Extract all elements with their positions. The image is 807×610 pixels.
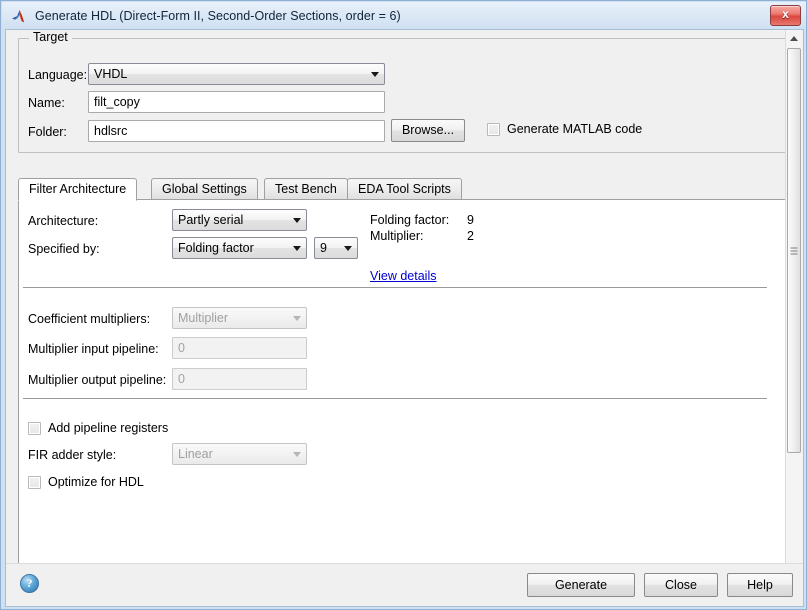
- optimize-for-hdl-checkbox[interactable]: Optimize for HDL: [28, 475, 144, 489]
- specified-by-label: Specified by:: [28, 242, 100, 256]
- chevron-down-icon: [288, 245, 306, 251]
- tab-eda-tool-scripts[interactable]: EDA Tool Scripts: [347, 178, 462, 200]
- folder-input[interactable]: hdlsrc: [88, 120, 385, 142]
- close-window-button[interactable]: x: [770, 5, 801, 26]
- help-question-glyph: ?: [26, 576, 33, 590]
- multiplier-input-pipeline-label: Multiplier input pipeline:: [28, 342, 159, 356]
- filter-architecture-panel: Architecture: Partly serial Specified by…: [18, 199, 788, 576]
- generate-button[interactable]: Generate: [527, 573, 635, 597]
- help-button[interactable]: Help: [727, 573, 793, 597]
- info-folding-factor-label: Folding factor:: [370, 213, 450, 227]
- folder-label: Folder:: [28, 125, 67, 139]
- target-group-label: Target: [29, 30, 72, 44]
- chevron-down-icon: [288, 451, 306, 457]
- coefficient-multipliers-value: Multiplier: [178, 311, 229, 325]
- coefficient-multipliers-label: Coefficient multipliers:: [28, 312, 151, 326]
- scroll-thumb-grip-icon: [790, 247, 798, 254]
- matlab-membrane-icon: [11, 7, 29, 25]
- window-title: Generate HDL (Direct-Form II, Second-Ord…: [35, 8, 401, 23]
- generate-hdl-dialog: Generate HDL (Direct-Form II, Second-Ord…: [0, 0, 807, 610]
- scrollbar-thumb[interactable]: [787, 48, 801, 453]
- name-label: Name:: [28, 96, 65, 110]
- checkbox-box-icon: [487, 122, 500, 136]
- optimize-for-hdl-label: Optimize for HDL: [48, 475, 144, 489]
- architecture-value: Partly serial: [178, 213, 244, 227]
- checkbox-box-icon: [28, 421, 41, 435]
- info-folding-factor-value: 9: [467, 213, 474, 227]
- multiplier-input-pipeline-input[interactable]: 0: [172, 337, 307, 359]
- vertical-scrollbar[interactable]: [785, 30, 802, 584]
- tab-test-bench[interactable]: Test Bench: [264, 178, 348, 200]
- dialog-client-area: Target Language: VHDL Name: filt_copy Fo…: [5, 29, 804, 607]
- help-question-icon[interactable]: ?: [20, 574, 39, 593]
- checkbox-box-icon: [28, 475, 41, 489]
- info-multiplier-label: Multiplier:: [370, 229, 424, 243]
- architecture-label: Architecture:: [28, 214, 99, 228]
- language-value: VHDL: [94, 67, 128, 81]
- divider-2: [23, 398, 767, 399]
- divider-1: [23, 287, 767, 288]
- fir-adder-style-label: FIR adder style:: [28, 448, 117, 462]
- name-input[interactable]: filt_copy: [88, 91, 385, 113]
- coefficient-multipliers-combobox[interactable]: Multiplier: [172, 307, 307, 329]
- specified-by-combobox[interactable]: Folding factor: [172, 237, 307, 259]
- close-button[interactable]: Close: [644, 573, 718, 597]
- fir-adder-style-value: Linear: [178, 447, 213, 461]
- chevron-down-icon: [288, 315, 306, 321]
- chevron-down-icon: [339, 245, 357, 251]
- folding-count-value: 9: [320, 241, 327, 255]
- dialog-footer: ? Generate Close Help: [6, 563, 803, 606]
- close-icon: x: [782, 7, 789, 21]
- architecture-combobox[interactable]: Partly serial: [172, 209, 307, 231]
- fir-adder-style-combobox[interactable]: Linear: [172, 443, 307, 465]
- tab-global-settings[interactable]: Global Settings: [151, 178, 258, 200]
- folding-count-combobox[interactable]: 9: [314, 237, 358, 259]
- generate-matlab-code-label: Generate MATLAB code: [507, 122, 643, 136]
- multiplier-output-pipeline-label: Multiplier output pipeline:: [28, 373, 167, 387]
- chevron-down-icon: [366, 71, 384, 77]
- language-label: Language:: [28, 68, 88, 82]
- scroll-up-arrow-icon[interactable]: [786, 30, 802, 46]
- tab-strip: Filter Architecture Global Settings Test…: [18, 178, 788, 201]
- view-details-link[interactable]: View details: [370, 269, 436, 283]
- info-multiplier-value: 2: [467, 229, 474, 243]
- tab-filter-architecture[interactable]: Filter Architecture: [18, 178, 138, 201]
- title-bar: Generate HDL (Direct-Form II, Second-Ord…: [2, 2, 806, 29]
- multiplier-output-pipeline-input[interactable]: 0: [172, 368, 307, 390]
- language-combobox[interactable]: VHDL: [88, 63, 385, 85]
- add-pipeline-registers-label: Add pipeline registers: [48, 421, 169, 435]
- generate-matlab-code-checkbox[interactable]: Generate MATLAB code: [487, 122, 642, 136]
- specified-by-value: Folding factor: [178, 241, 254, 255]
- chevron-down-icon: [288, 217, 306, 223]
- add-pipeline-registers-checkbox[interactable]: Add pipeline registers: [28, 421, 168, 435]
- browse-button[interactable]: Browse...: [391, 119, 465, 142]
